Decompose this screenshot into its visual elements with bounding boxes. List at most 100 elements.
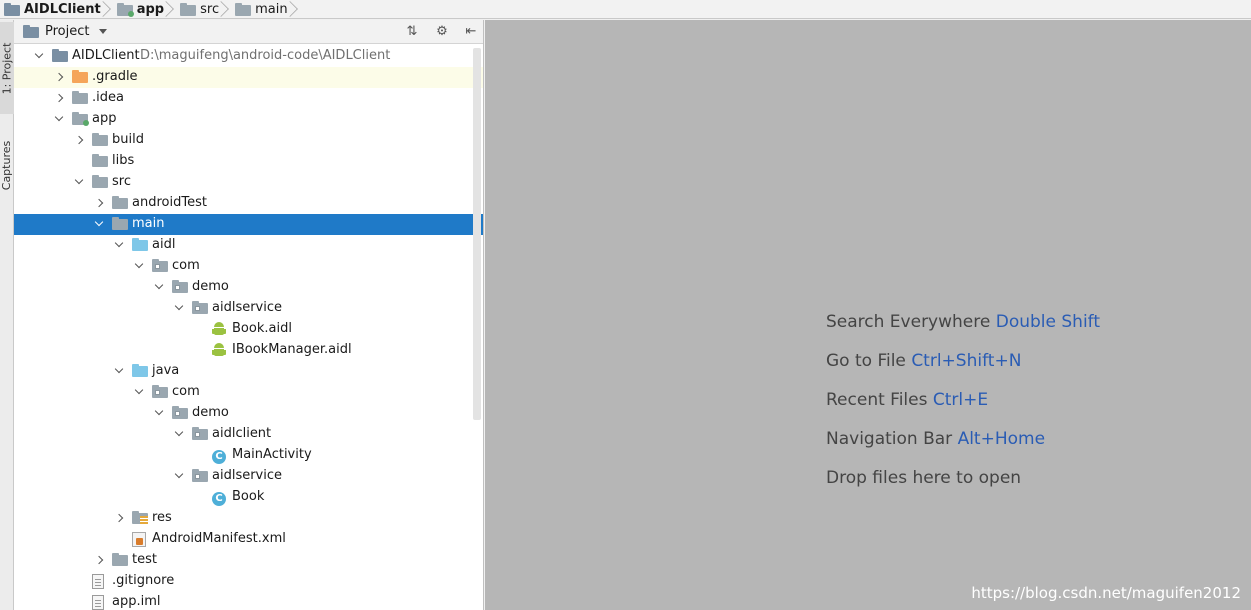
tree-row-label: aidlclient xyxy=(212,426,272,441)
tree-row[interactable]: app xyxy=(14,109,483,130)
project-path-text: D:\maguifeng\android-code\AIDLClient xyxy=(140,48,391,63)
chevron-down-icon[interactable] xyxy=(134,386,146,398)
tree-row[interactable]: demo xyxy=(14,403,483,424)
tree-row[interactable]: C MainActivity xyxy=(14,445,483,466)
project-panel-header: Project ⇅ ⚙ ⇤ xyxy=(14,20,483,44)
tree-row[interactable]: java xyxy=(14,361,483,382)
chevron-down-icon[interactable] xyxy=(174,302,186,314)
folder-icon xyxy=(92,133,108,149)
chevron-down-icon[interactable] xyxy=(54,113,66,125)
folder-icon xyxy=(92,175,108,191)
editor-area[interactable]: Search Everywhere Double Shift Go to File… xyxy=(485,20,1251,610)
breadcrumb-label: main xyxy=(255,1,288,17)
tree-row[interactable]: libs xyxy=(14,151,483,172)
project-tool-tab-label: 1: Project xyxy=(0,42,14,94)
chevron-down-icon[interactable] xyxy=(174,428,186,440)
chevron-down-icon[interactable] xyxy=(134,260,146,272)
tree-row-label: demo xyxy=(192,405,229,420)
chevron-down-icon[interactable] xyxy=(114,239,126,251)
tree-row-label: app.iml xyxy=(112,594,161,609)
tree-row[interactable]: aidlservice xyxy=(14,298,483,319)
editor-hint: Drop files here to open xyxy=(826,468,1021,488)
breadcrumb-src[interactable]: src xyxy=(176,0,225,19)
tool-window-strip: 1: Project Captures xyxy=(0,20,14,610)
tree-row[interactable]: demo xyxy=(14,277,483,298)
gear-icon[interactable]: ⚙ xyxy=(434,24,450,40)
chevron-right-icon[interactable] xyxy=(114,512,126,524)
tree-row[interactable]: aidlclient xyxy=(14,424,483,445)
editor-hint-text: Drop files here to open xyxy=(826,468,1022,488)
tree-row[interactable]: src xyxy=(14,172,483,193)
chevron-right-icon[interactable] xyxy=(54,71,66,83)
chevron-down-icon[interactable] xyxy=(154,281,166,293)
tree-row[interactable]: C Book xyxy=(14,487,483,508)
tree-row-label: .gitignore xyxy=(112,573,175,588)
navigation-bar: AIDLClient app src main xyxy=(0,0,1251,19)
tree-row-label: IBookManager.aidl xyxy=(232,342,352,357)
project-icon xyxy=(4,2,20,16)
breadcrumb-label: AIDLClient xyxy=(24,1,101,17)
tree-row-label: demo xyxy=(192,279,229,294)
tree-row-label: build xyxy=(112,132,144,147)
collapse-all-icon[interactable]: ⇅ xyxy=(404,24,420,40)
tree-scrollbar[interactable] xyxy=(473,48,481,420)
tree-row[interactable]: androidTest xyxy=(14,193,483,214)
editor-hint-shortcut: Ctrl+Shift+N xyxy=(911,351,1022,371)
folder-icon xyxy=(92,154,108,170)
tree-row[interactable]: aidlservice xyxy=(14,466,483,487)
tree-row[interactable]: com xyxy=(14,382,483,403)
chevron-right-icon[interactable] xyxy=(54,92,66,104)
tree-row[interactable]: aidl xyxy=(14,235,483,256)
captures-tool-tab[interactable]: Captures xyxy=(0,130,14,200)
chevron-down-icon[interactable] xyxy=(114,365,126,377)
breadcrumb-project[interactable]: AIDLClient xyxy=(0,0,107,19)
chevron-down-icon[interactable] xyxy=(94,218,106,230)
manifest-file-icon xyxy=(132,532,148,548)
chevron-down-icon[interactable] xyxy=(174,470,186,482)
tree-row-label: test xyxy=(132,552,157,567)
tree-row[interactable]: AndroidManifest.xml xyxy=(14,529,483,550)
chevron-right-icon[interactable] xyxy=(94,197,106,209)
tree-row-label: aidlservice xyxy=(212,300,283,315)
chevron-right-icon[interactable] xyxy=(94,554,106,566)
tree-row-label: MainActivity xyxy=(232,447,312,462)
project-view-selector[interactable]: Project xyxy=(45,24,89,39)
breadcrumb-module[interactable]: app xyxy=(113,0,170,19)
android-icon xyxy=(212,322,228,338)
tree-row[interactable]: .idea xyxy=(14,88,483,109)
chevron-down-icon[interactable] xyxy=(154,407,166,419)
chevron-down-icon[interactable] xyxy=(74,176,86,188)
tree-row[interactable]: Book.aidl xyxy=(14,319,483,340)
tree-row[interactable]: .gradle xyxy=(14,67,483,88)
package-icon xyxy=(192,301,208,317)
editor-hint: Navigation Bar Alt+Home xyxy=(826,429,1045,449)
watermark-text: https://blog.csdn.net/maguifen2012 xyxy=(971,584,1241,602)
project-tree: AIDLClient D:\maguifeng\android-code\AIDL… xyxy=(14,46,483,610)
chevron-right-icon[interactable] xyxy=(74,134,86,146)
chevron-down-icon[interactable] xyxy=(34,50,46,62)
tree-row-label: src xyxy=(112,174,131,189)
tree-row[interactable]: test xyxy=(14,550,483,571)
tree-row-label: aidlservice xyxy=(212,468,283,483)
tree-row-label: main xyxy=(132,216,165,231)
tree-row-label: app xyxy=(92,111,117,126)
tree-row[interactable]: AIDLClient D:\maguifeng\android-code\AIDL… xyxy=(14,46,483,67)
tree-row[interactable]: com xyxy=(14,256,483,277)
editor-hint-shortcut: Ctrl+E xyxy=(932,390,989,410)
package-icon xyxy=(192,427,208,443)
tree-row[interactable]: IBookManager.aidl xyxy=(14,340,483,361)
folder-icon xyxy=(235,2,252,16)
breadcrumb-main[interactable]: main xyxy=(231,0,293,19)
tree-row[interactable]: build xyxy=(14,130,483,151)
tree-row[interactable]: .gitignore xyxy=(14,571,483,592)
hide-panel-icon[interactable]: ⇤ xyxy=(463,24,479,40)
source-folder-icon xyxy=(132,238,148,254)
tree-row[interactable]: res xyxy=(14,508,483,529)
tree-row[interactable]: main xyxy=(14,214,483,235)
chevron-down-icon[interactable] xyxy=(99,29,108,34)
android-icon xyxy=(212,343,228,359)
project-icon xyxy=(52,49,68,65)
package-icon xyxy=(172,406,188,422)
project-tool-tab[interactable]: 1: Project xyxy=(0,22,14,114)
tree-row[interactable]: app.iml xyxy=(14,592,483,610)
